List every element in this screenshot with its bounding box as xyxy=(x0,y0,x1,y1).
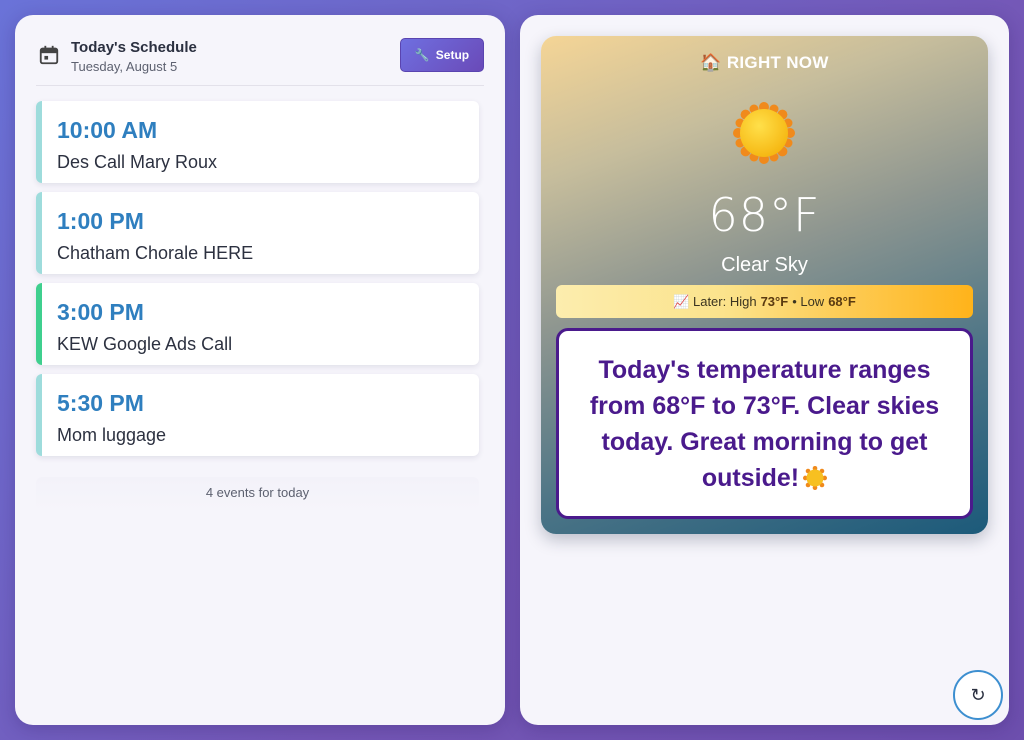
event-title: Mom luggage xyxy=(57,425,167,445)
weather-summary-box: Today's temperature ranges from 68°F to … xyxy=(556,328,973,519)
weather-condition: Clear Sky xyxy=(721,254,808,276)
event-title: KEW Google Ads Call xyxy=(57,334,233,354)
later-prefix: 📈 Later: High xyxy=(673,293,757,309)
event-count: 4 events for today xyxy=(36,477,479,511)
sun-icon xyxy=(733,102,795,164)
event-card[interactable]: 1:00 PM Chatham Chorale HERE xyxy=(36,192,479,274)
current-temperature: 68°F xyxy=(708,188,821,242)
event-time: 3:00 PM xyxy=(57,299,144,325)
event-time: 1:00 PM xyxy=(57,208,144,234)
weather-summary: Today's temperature ranges from 68°F to … xyxy=(581,352,948,496)
calendar-icon xyxy=(39,45,59,65)
schedule-panel: Today's Schedule Tuesday, August 5 🔧 Set… xyxy=(15,15,505,725)
sun-icon xyxy=(803,465,828,490)
refresh-icon: ↻ xyxy=(970,684,986,706)
event-card[interactable]: 10:00 AM Des Call Mary Roux xyxy=(36,101,479,183)
right-now-label: 🏠 RIGHT NOW xyxy=(700,53,829,72)
later-high: 73°F xyxy=(760,294,789,309)
wrench-icon: 🔧 xyxy=(414,48,430,62)
weather-card: 🏠 RIGHT NOW 68°F Clear Sky 📈 Later: High… xyxy=(541,36,988,534)
schedule-date: Tuesday, August 5 xyxy=(71,59,178,74)
refresh-button[interactable]: ↻ xyxy=(953,670,1003,720)
event-card-current[interactable]: 3:00 PM KEW Google Ads Call xyxy=(36,283,479,365)
later-separator: • Low xyxy=(792,294,825,309)
setup-button[interactable]: 🔧 Setup xyxy=(400,38,484,72)
later-forecast-bar: 📈 Later: High 73°F • Low 68°F xyxy=(556,285,973,318)
setup-label: Setup xyxy=(435,48,470,62)
schedule-header: Today's Schedule Tuesday, August 5 🔧 Set… xyxy=(36,37,484,86)
weather-panel: 🏠 RIGHT NOW 68°F Clear Sky 📈 Later: High… xyxy=(520,15,1009,725)
event-time: 10:00 AM xyxy=(57,117,158,143)
event-card[interactable]: 5:30 PM Mom luggage xyxy=(36,374,479,456)
weather-summary-text: Today's temperature ranges from 68°F to … xyxy=(589,355,940,492)
later-low: 68°F xyxy=(828,294,856,309)
event-title: Des Call Mary Roux xyxy=(57,152,218,172)
event-time: 5:30 PM xyxy=(57,390,144,416)
event-title: Chatham Chorale HERE xyxy=(57,243,254,263)
schedule-title: Today's Schedule xyxy=(71,39,197,56)
event-list: 10:00 AM Des Call Mary Roux 1:00 PM Chat… xyxy=(36,101,479,465)
